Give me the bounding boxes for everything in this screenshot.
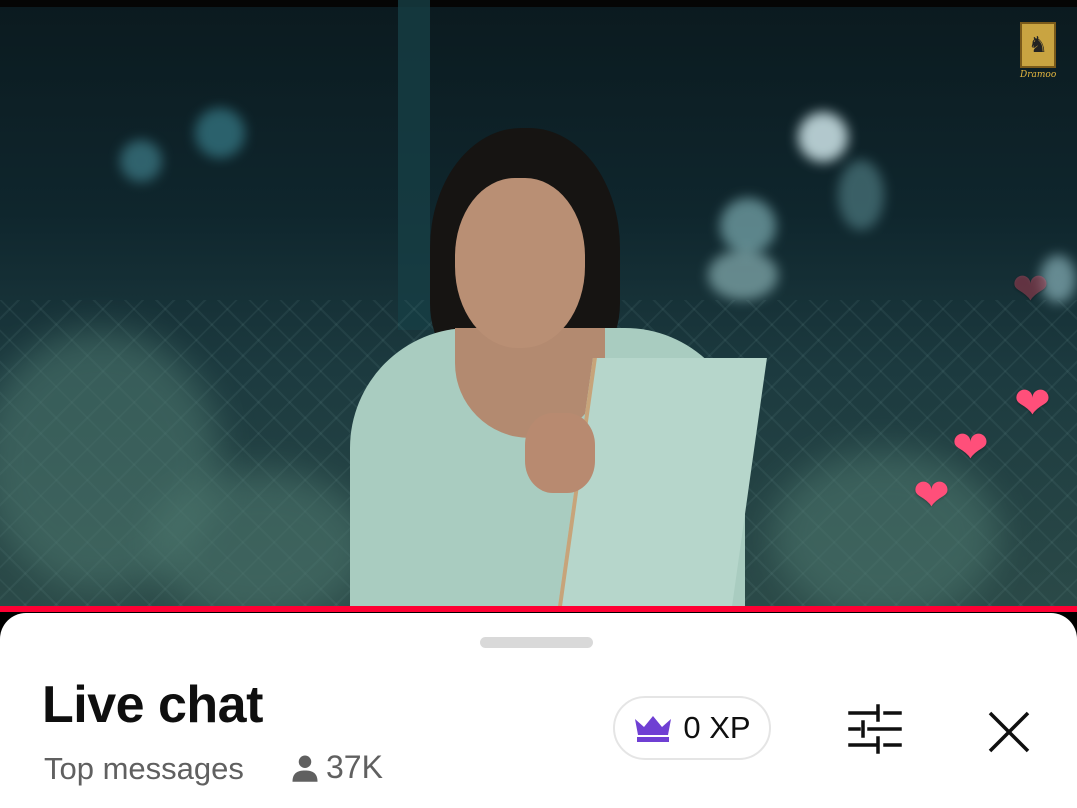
heart-icon: ❤: [952, 423, 989, 472]
horse-icon: ♞: [1020, 22, 1056, 68]
logo-text: Dramoo: [1020, 70, 1057, 80]
video-top-edge: [0, 0, 1077, 7]
close-chat-button[interactable]: [985, 708, 1033, 756]
viewer-count: 37K: [290, 749, 383, 786]
background-foliage: [150, 470, 370, 612]
bokeh-light: [120, 140, 162, 182]
drag-handle[interactable]: [480, 637, 593, 648]
viewer-count-value: 37K: [326, 749, 383, 785]
chat-title: Live chat: [42, 676, 263, 734]
channel-logo: ♞ Dramoo: [1020, 22, 1056, 80]
live-chat-panel: Live chat Top messages 37K 0 XP: [0, 613, 1077, 808]
bokeh-light: [798, 112, 848, 162]
close-icon: [988, 711, 1030, 753]
person-in-saree: [345, 128, 767, 612]
chat-filter-button[interactable]: [845, 703, 905, 755]
xp-label: 0 XP: [683, 710, 751, 745]
heart-icon: ❤: [913, 471, 950, 520]
crown-icon: [635, 716, 672, 742]
video-player[interactable]: ♞ Dramoo ❤ ❤ ❤ ❤: [0, 0, 1077, 612]
person-icon: [292, 755, 318, 782]
background-foliage: [770, 450, 1000, 612]
xp-button[interactable]: 0 XP: [613, 696, 771, 760]
progress-fill: [0, 606, 1077, 612]
video-progress-bar[interactable]: [0, 606, 1077, 612]
heart-icon: ❤: [1012, 265, 1049, 314]
chat-mode-selector[interactable]: Top messages: [44, 751, 244, 787]
heart-icon: ❤: [1014, 379, 1051, 428]
sliders-icon: [848, 704, 902, 754]
bokeh-light: [195, 108, 245, 158]
bokeh-light: [838, 160, 884, 230]
